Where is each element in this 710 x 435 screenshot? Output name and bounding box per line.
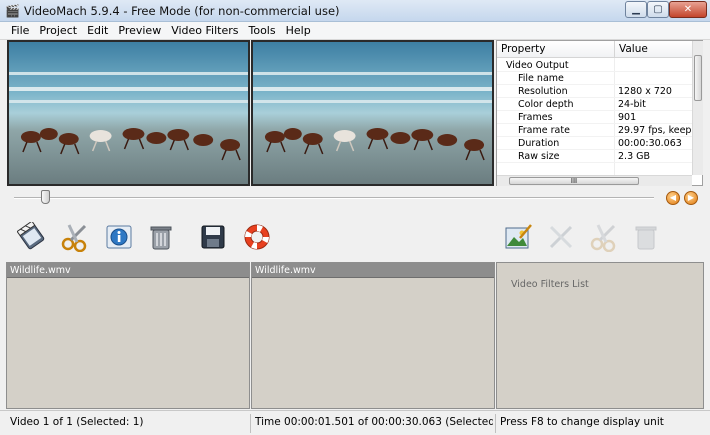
- property-key: File name: [518, 73, 564, 84]
- scissors-icon: [590, 224, 616, 252]
- property-row[interactable]: File name: [497, 72, 692, 85]
- properties-horizontal-scrollbar[interactable]: III: [497, 175, 692, 186]
- scrollbar-grip: III: [570, 177, 578, 185]
- info-button[interactable]: [104, 222, 134, 252]
- filters-placeholder: Video Filters List: [511, 279, 589, 290]
- filter-settings-button: [546, 222, 576, 252]
- next-frame-button[interactable]: ▶: [684, 191, 698, 205]
- source-files-list[interactable]: Wildlife.wmv: [6, 262, 250, 409]
- menu-help[interactable]: Help: [281, 22, 316, 40]
- property-value: 901: [618, 112, 637, 123]
- status-divider: [250, 414, 251, 433]
- tools-icon: [549, 225, 573, 249]
- property-key: Frame rate: [518, 125, 570, 136]
- property-value: 29.97 fps, keep dur: [618, 125, 692, 136]
- menu-edit[interactable]: Edit: [82, 22, 113, 40]
- menu-project[interactable]: Project: [34, 22, 82, 40]
- status-divider: [495, 414, 496, 433]
- menu-file[interactable]: File: [6, 22, 34, 40]
- property-value: 24-bit: [618, 99, 646, 110]
- scissors-icon: [61, 224, 87, 252]
- close-button[interactable]: ✕: [669, 1, 707, 18]
- window-title: VideoMach 5.9.4 - Free Mode (for non-com…: [24, 4, 340, 18]
- properties-header: Property Value: [497, 41, 692, 58]
- property-group[interactable]: Video Output: [497, 59, 692, 72]
- help-button[interactable]: [242, 222, 272, 252]
- property-value: 00:00:30.063: [618, 138, 682, 149]
- add-source-button[interactable]: [17, 222, 47, 252]
- image-edit-icon: [505, 224, 532, 249]
- status-bar: Video 1 of 1 (Selected: 1) Time 00:00:01…: [0, 410, 710, 435]
- trash-icon: [150, 226, 172, 250]
- menu-preview[interactable]: Preview: [113, 22, 166, 40]
- cut-filter-button: [589, 222, 619, 252]
- property-key: Duration: [518, 138, 560, 149]
- property-group-label: Video Output: [506, 60, 569, 71]
- property-row[interactable]: Frame rate 29.97 fps, keep dur: [497, 124, 692, 137]
- video-frame-image: [9, 42, 248, 184]
- delete-button[interactable]: [146, 222, 176, 252]
- lifebuoy-icon: [244, 224, 270, 250]
- minimize-button[interactable]: ▁: [625, 1, 647, 18]
- output-file-item[interactable]: Wildlife.wmv: [252, 263, 494, 278]
- output-files-list[interactable]: Wildlife.wmv: [251, 262, 495, 409]
- menu-video-filters[interactable]: Video Filters: [166, 22, 243, 40]
- property-key: Resolution: [518, 86, 568, 97]
- property-row[interactable]: Raw size 2.3 GB: [497, 150, 692, 163]
- source-preview[interactable]: [7, 40, 250, 186]
- previous-frame-button[interactable]: ◀: [666, 191, 680, 205]
- timeline-slider-handle[interactable]: [41, 190, 50, 204]
- value-column-header[interactable]: Value: [614, 41, 648, 58]
- property-column-header[interactable]: Property: [501, 43, 545, 55]
- scrollbar-thumb[interactable]: III: [509, 177, 639, 185]
- status-time: Time 00:00:01.501 of 00:00:30.063 (Selec…: [255, 416, 493, 428]
- output-preview[interactable]: [251, 40, 494, 186]
- app-icon: 🎬: [5, 4, 20, 18]
- status-hint: Press F8 to change display unit: [500, 416, 664, 428]
- video-filters-list[interactable]: Video Filters List: [496, 262, 704, 409]
- title-bar: 🎬 VideoMach 5.9.4 - Free Mode (for non-c…: [0, 0, 710, 22]
- floppy-disk-icon: [201, 225, 225, 249]
- film-clapper-icon: [17, 222, 45, 250]
- property-row[interactable]: Frames 901: [497, 111, 692, 124]
- property-value: 1280 x 720: [618, 86, 672, 97]
- save-button[interactable]: [198, 222, 228, 252]
- property-key: Color depth: [518, 99, 574, 110]
- info-icon: [106, 225, 132, 249]
- property-row[interactable]: Color depth 24-bit: [497, 98, 692, 111]
- status-selection: Video 1 of 1 (Selected: 1): [10, 416, 144, 428]
- delete-filter-button: [631, 222, 661, 252]
- menu-bar: File Project Edit Preview Video Filters Tools…: [0, 22, 710, 40]
- scrollbar-thumb[interactable]: [694, 55, 702, 101]
- source-file-item[interactable]: Wildlife.wmv: [7, 263, 249, 278]
- property-row[interactable]: Resolution 1280 x 720: [497, 85, 692, 98]
- property-value: 2.3 GB: [618, 151, 651, 162]
- trash-icon: [635, 226, 657, 250]
- maximize-button[interactable]: ▢: [647, 1, 669, 18]
- property-key: Frames: [518, 112, 553, 123]
- property-row[interactable]: Duration 00:00:30.063: [497, 137, 692, 150]
- property-key: Raw size: [518, 151, 560, 162]
- add-filter-button[interactable]: [503, 222, 533, 252]
- menu-tools[interactable]: Tools: [244, 22, 281, 40]
- properties-vertical-scrollbar[interactable]: [692, 41, 703, 175]
- properties-grid[interactable]: Property Value Video Output File name Re…: [496, 40, 703, 186]
- cut-button[interactable]: [60, 222, 90, 252]
- video-frame-image: [253, 42, 492, 184]
- timeline-track[interactable]: [14, 197, 654, 199]
